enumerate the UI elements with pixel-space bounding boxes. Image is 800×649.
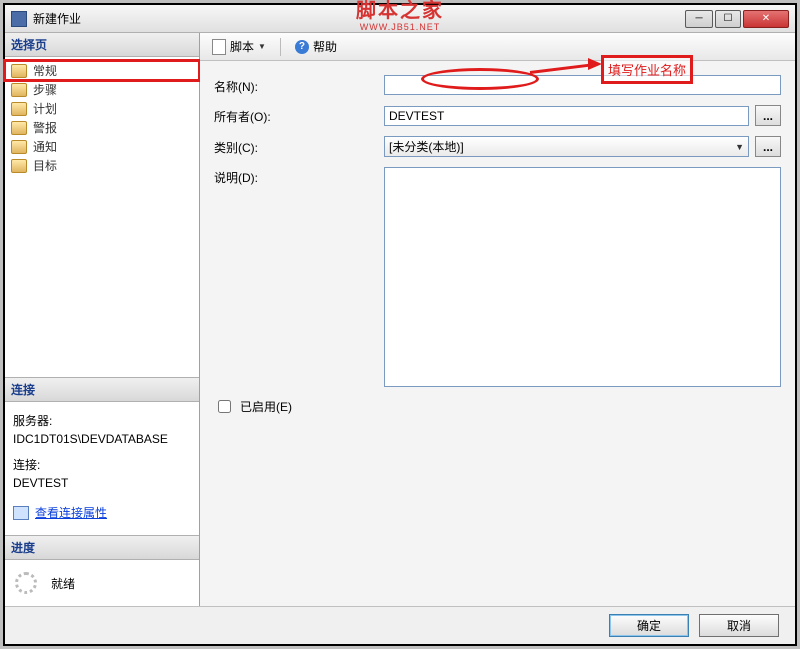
progress-status: 就绪 xyxy=(51,575,75,592)
script-label: 脚本 xyxy=(230,38,254,55)
titlebar: 新建作业 ─ ☐ ✕ xyxy=(5,5,795,33)
cancel-button[interactable]: 取消 xyxy=(699,614,779,637)
connection-panel: 服务器: IDC1DT01S\DEVDATABASE 连接: DEVTEST 查… xyxy=(5,402,199,535)
sidebar-item-schedules[interactable]: 计划 xyxy=(5,99,199,118)
sidebar: 选择页 常规 步骤 计划 警报 xyxy=(5,33,200,606)
folder-icon xyxy=(11,64,27,78)
dialog-footer: 确定 取消 xyxy=(5,606,795,644)
owner-input[interactable] xyxy=(384,106,749,126)
sidebar-item-label: 步骤 xyxy=(33,81,57,98)
description-label: 说明(D): xyxy=(214,167,384,186)
category-label: 类别(C): xyxy=(214,137,384,156)
connection-value: DEVTEST xyxy=(13,474,191,492)
category-combobox[interactable]: [未分类(本地)] ▼ xyxy=(384,136,749,157)
page-list: 常规 步骤 计划 警报 通知 xyxy=(5,57,199,377)
dialog-window: 新建作业 ─ ☐ ✕ 选择页 常规 步骤 计划 xyxy=(3,3,797,646)
sidebar-item-notifications[interactable]: 通知 xyxy=(5,137,199,156)
help-button[interactable]: ? 帮助 xyxy=(291,36,341,57)
progress-spinner-icon xyxy=(15,572,37,594)
help-label: 帮助 xyxy=(313,38,337,55)
main-panel: 脚本 ▼ ? 帮助 名称(N): 所有者(O): xyxy=(200,33,795,606)
enabled-label: 已启用(E) xyxy=(240,398,292,415)
name-label: 名称(N): xyxy=(214,76,384,95)
sidebar-item-alerts[interactable]: 警报 xyxy=(5,118,199,137)
script-button[interactable]: 脚本 ▼ xyxy=(208,36,270,57)
toolbar-separator xyxy=(280,38,281,56)
sidebar-item-label: 警报 xyxy=(33,119,57,136)
chevron-down-icon: ▼ xyxy=(258,42,266,51)
progress-header: 进度 xyxy=(5,535,199,560)
main-toolbar: 脚本 ▼ ? 帮助 xyxy=(200,33,795,61)
owner-label: 所有者(O): xyxy=(214,106,384,125)
folder-icon xyxy=(11,159,27,173)
name-input[interactable] xyxy=(384,75,781,95)
sidebar-item-steps[interactable]: 步骤 xyxy=(5,80,199,99)
help-icon: ? xyxy=(295,40,309,54)
enabled-checkbox[interactable] xyxy=(218,400,231,413)
window-title: 新建作业 xyxy=(33,10,683,27)
server-value: IDC1DT01S\DEVDATABASE xyxy=(13,430,191,448)
script-icon xyxy=(212,39,226,55)
database-icon xyxy=(13,506,29,520)
link-label: 查看连接属性 xyxy=(35,504,107,522)
progress-panel: 就绪 xyxy=(5,560,199,606)
folder-icon xyxy=(11,121,27,135)
view-connection-properties-link[interactable]: 查看连接属性 xyxy=(13,504,107,522)
ok-button[interactable]: 确定 xyxy=(609,614,689,637)
category-value: [未分类(本地)] xyxy=(389,138,464,155)
folder-icon xyxy=(11,102,27,116)
select-page-header: 选择页 xyxy=(5,33,199,57)
form-area: 名称(N): 所有者(O): ... 类别(C): xyxy=(200,61,795,606)
close-button[interactable]: ✕ xyxy=(743,10,789,28)
connection-label: 连接: xyxy=(13,456,191,474)
sidebar-item-label: 通知 xyxy=(33,138,57,155)
sidebar-item-label: 目标 xyxy=(33,157,57,174)
description-textarea[interactable] xyxy=(384,167,781,387)
owner-browse-button[interactable]: ... xyxy=(755,105,781,126)
chevron-down-icon: ▼ xyxy=(735,142,744,152)
app-icon xyxy=(11,11,27,27)
category-browse-button[interactable]: ... xyxy=(755,136,781,157)
sidebar-item-targets[interactable]: 目标 xyxy=(5,156,199,175)
sidebar-item-general[interactable]: 常规 xyxy=(5,61,199,80)
folder-icon xyxy=(11,83,27,97)
sidebar-item-label: 计划 xyxy=(33,100,57,117)
server-label: 服务器: xyxy=(13,412,191,430)
sidebar-item-label: 常规 xyxy=(33,62,57,79)
maximize-button[interactable]: ☐ xyxy=(715,10,741,28)
folder-icon xyxy=(11,140,27,154)
connection-header: 连接 xyxy=(5,377,199,402)
minimize-button[interactable]: ─ xyxy=(685,10,713,28)
